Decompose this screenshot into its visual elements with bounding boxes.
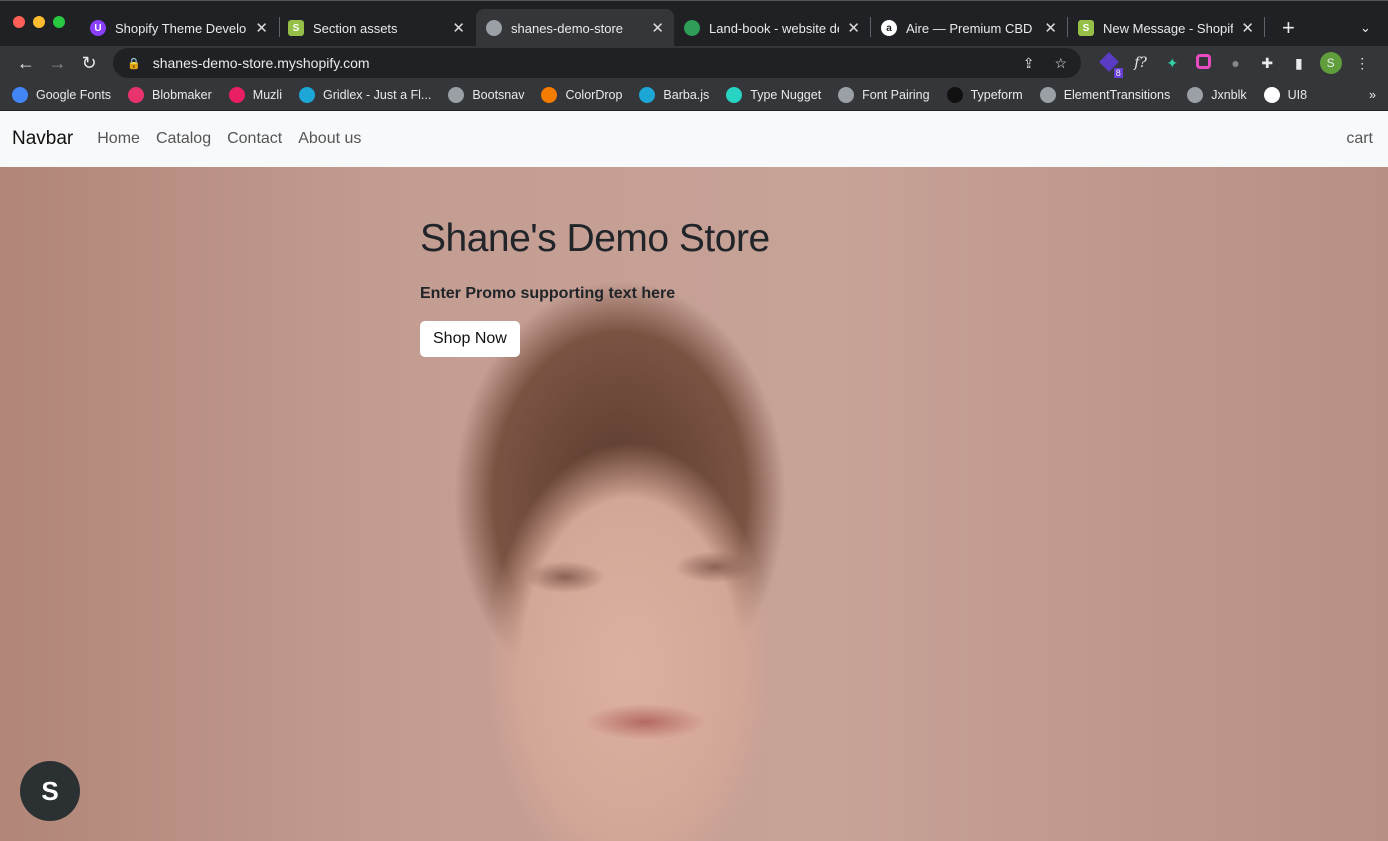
bookmark-label: Bootsnav <box>472 88 525 102</box>
tab-section-assets[interactable]: S Section assets ✕ <box>278 9 475 47</box>
nav-about-us[interactable]: About us <box>298 130 361 148</box>
bookmark-item[interactable]: ElementTransitions <box>1039 87 1171 103</box>
bookmark-item[interactable]: Blobmaker <box>128 87 212 103</box>
tab-shopify-theme[interactable]: U Shopify Theme Develop ✕ <box>80 9 278 47</box>
close-tab-icon[interactable]: ✕ <box>255 19 268 37</box>
bookmark-favicon-icon <box>838 87 855 103</box>
bookmark-label: Blobmaker <box>152 88 212 102</box>
bookmarks-bar: Google Fonts Blobmaker Muzli Gridlex - Just… <box>0 80 1388 111</box>
hero-title: Shane's Demo Store <box>420 217 770 260</box>
navbar-brand[interactable]: Navbar <box>12 128 73 150</box>
url-text[interactable]: shanes-demo-store.myshopify.com <box>153 55 1023 71</box>
font-extension-icon[interactable]: f? <box>1125 55 1157 71</box>
figure-extension-icon[interactable]: ✦ <box>1156 55 1188 72</box>
bookmark-favicon-icon <box>448 87 465 103</box>
bookmark-label: UI8 <box>1287 88 1308 102</box>
web-page: Navbar Home Catalog Contact About us car… <box>0 111 1388 841</box>
bookmark-item[interactable]: Jxnblk <box>1187 87 1247 103</box>
bookmark-label: Jxnblk <box>1211 88 1247 102</box>
tab-land-book[interactable]: Land-book - website de ✕ <box>674 9 870 47</box>
bookmark-favicon-icon <box>946 87 963 103</box>
cart-link[interactable]: cart <box>1346 130 1373 148</box>
hero-subtitle: Enter Promo supporting text here <box>420 285 676 302</box>
bookmark-item[interactable]: Bootsnav <box>448 87 524 103</box>
bookmark-favicon-icon <box>12 87 28 103</box>
bookmark-item[interactable]: Barba.js <box>639 87 709 103</box>
bookmark-label: Type Nugget <box>750 88 822 102</box>
bookmark-label: Muzli <box>252 88 282 102</box>
bookmark-item[interactable]: Font Pairing <box>838 87 930 103</box>
new-tab-button[interactable]: + <box>1272 9 1305 47</box>
bookmark-star-icon[interactable]: ☆ <box>1054 55 1067 72</box>
browser-toolbar: ← → ↻ 🔒 shanes-demo-store.myshopify.com … <box>0 46 1388 80</box>
address-bar[interactable]: 🔒 shanes-demo-store.myshopify.com ⇪ ☆ <box>113 48 1082 78</box>
bookmark-favicon-icon <box>726 87 743 103</box>
minimize-window-button[interactable] <box>33 16 45 28</box>
nav-catalog[interactable]: Catalog <box>156 130 211 148</box>
bookmark-label: ElementTransitions <box>1063 88 1171 102</box>
mouse-extension-icon[interactable]: ● <box>1220 55 1252 71</box>
shopify-bag-icon[interactable]: S <box>20 761 80 821</box>
bookmark-item[interactable]: Muzli <box>228 87 282 103</box>
bookmark-item[interactable]: Typeform <box>946 87 1023 103</box>
landbook-favicon-icon <box>684 20 700 36</box>
side-panel-icon[interactable]: ▮ <box>1283 55 1315 72</box>
bookmarks-overflow-icon[interactable]: » <box>1369 88 1376 102</box>
bookmark-favicon-icon <box>1263 87 1280 103</box>
colorzilla-extension-icon[interactable] <box>1188 54 1220 72</box>
profile-avatar[interactable]: S <box>1315 52 1347 74</box>
bookmark-label: Barba.js <box>663 88 710 102</box>
bookmark-favicon-icon <box>128 87 145 103</box>
tab-search-chevron-icon[interactable]: ⌄ <box>1350 9 1381 47</box>
bookmark-favicon-icon <box>1187 87 1204 103</box>
bookmark-item[interactable]: UI8 <box>1263 87 1308 103</box>
site-navbar: Navbar Home Catalog Contact About us car… <box>0 111 1388 167</box>
tab-shanes-demo-store[interactable]: shanes-demo-store ✕ <box>476 9 674 47</box>
tab-favicon-icon: U <box>90 20 106 36</box>
bookmark-favicon-icon <box>639 87 656 103</box>
globe-icon <box>486 20 502 36</box>
shopify-favicon-icon: S <box>1078 20 1094 36</box>
bookmark-favicon-icon <box>541 87 558 103</box>
bookmark-item[interactable]: Google Fonts <box>12 87 111 103</box>
close-tab-icon[interactable]: ✕ <box>1044 19 1057 37</box>
extension-stack-icon[interactable]: 8 <box>1093 51 1125 78</box>
bookmark-label: ColorDrop <box>565 88 623 102</box>
close-tab-icon[interactable]: ✕ <box>847 19 860 37</box>
nav-home[interactable]: Home <box>97 130 140 148</box>
bookmark-favicon-icon <box>298 87 315 103</box>
bookmark-label: Typeform <box>970 88 1023 102</box>
tab-aire[interactable]: a Aire — Premium CBD O ✕ <box>871 9 1067 47</box>
close-tab-icon[interactable]: ✕ <box>452 19 465 37</box>
tab-strip: U Shopify Theme Develop ✕ S Section assets ✕… <box>0 0 1388 47</box>
bookmark-label: Google Fonts <box>36 88 112 102</box>
bookmark-item[interactable]: Gridlex - Just a Fl... <box>298 87 432 103</box>
back-button[interactable]: ← <box>10 53 42 74</box>
bookmark-item[interactable]: ColorDrop <box>541 87 622 103</box>
hero-content: Shane's Demo Store Enter Promo supportin… <box>420 217 770 357</box>
forward-button[interactable]: → <box>42 53 74 74</box>
bookmark-label: Font Pairing <box>862 88 930 102</box>
aire-favicon-icon: a <box>881 20 897 36</box>
shopify-favicon-icon: S <box>288 20 304 36</box>
bookmark-label: Gridlex - Just a Fl... <box>322 88 432 102</box>
shop-now-button[interactable]: Shop Now <box>420 321 520 357</box>
hero-banner: Shane's Demo Store Enter Promo supportin… <box>0 167 1388 841</box>
nav-contact[interactable]: Contact <box>227 130 282 148</box>
tab-new-message[interactable]: S New Message - Shopify ✕ <box>1068 9 1264 47</box>
close-tab-icon[interactable]: ✕ <box>651 19 664 37</box>
bookmark-item[interactable]: Type Nugget <box>726 87 821 103</box>
bookmark-favicon-icon <box>228 87 245 103</box>
close-window-button[interactable] <box>13 16 25 28</box>
window-controls <box>13 16 65 28</box>
extensions-puzzle-icon[interactable]: ✚ <box>1251 55 1283 72</box>
close-tab-icon[interactable]: ✕ <box>1241 19 1254 37</box>
reload-button[interactable]: ↻ <box>73 53 105 74</box>
share-icon[interactable]: ⇪ <box>1023 55 1035 72</box>
bookmark-favicon-icon <box>1039 87 1056 103</box>
lock-icon: 🔒 <box>127 57 141 70</box>
zoom-window-button[interactable] <box>53 16 65 28</box>
menu-kebab-icon[interactable]: ⋮ <box>1346 55 1378 72</box>
